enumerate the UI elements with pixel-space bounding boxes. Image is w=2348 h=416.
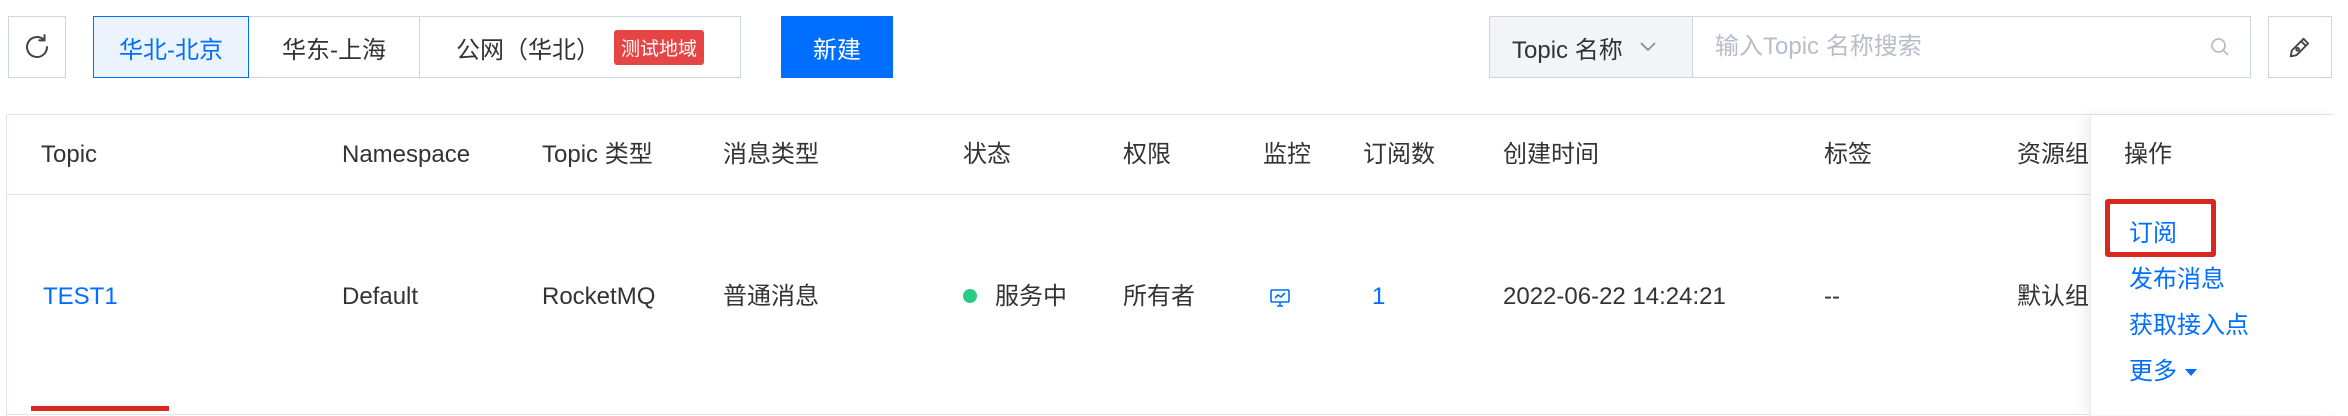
table-row: TEST1 Default RocketMQ 普通消息 服务中 所有者 1 20… [7, 195, 2333, 415]
column-header-created-time: 创建时间 [1503, 141, 1599, 168]
monitor-cell [1269, 187, 1291, 407]
annotation-underline [31, 406, 169, 411]
caret-down-icon [2185, 369, 2197, 377]
chevron-down-icon [1640, 42, 1656, 52]
status-cell: 服务中 [963, 187, 1067, 407]
search-icon [2211, 38, 2229, 56]
test-region-badge: 测试地域 [613, 29, 704, 65]
search-filter-select[interactable]: Topic 名称 [1490, 17, 1693, 77]
column-header-permission: 权限 [1123, 141, 1171, 168]
column-header-subscriptions: 订阅数 [1363, 141, 1435, 168]
region-tabs: 华北-北京 华东-上海 公网（华北） 测试地域 [93, 16, 741, 78]
region-tab-label: 华东-上海 [282, 36, 386, 64]
create-button[interactable]: 新建 [781, 16, 893, 78]
refresh-icon [26, 34, 48, 58]
tags-cell: -- [1824, 283, 1840, 310]
actions-column: 操作 订阅 发布消息 获取接入点 更多 [2090, 115, 2334, 415]
table-header: Topic Namespace Topic 类型 消息类型 状态 权限 监控 订… [7, 115, 2333, 195]
search-box: Topic 名称 [1489, 16, 2251, 78]
column-header-actions: 操作 [2124, 141, 2172, 168]
region-tab-label: 华北-北京 [119, 36, 223, 64]
column-header-message-type: 消息类型 [723, 141, 819, 168]
column-header-monitor: 监控 [1263, 141, 1311, 168]
resource-group-cell: 默认组 [2017, 283, 2089, 310]
search-filter-label: Topic 名称 [1512, 36, 1623, 64]
column-header-topic-type: Topic 类型 [542, 141, 653, 168]
topic-name-link[interactable]: TEST1 [43, 187, 118, 407]
status-dot-icon [963, 288, 977, 303]
more-actions-dropdown[interactable]: 更多 [2129, 351, 2197, 386]
edit-button[interactable] [2268, 16, 2332, 78]
topic-table: Topic Namespace Topic 类型 消息类型 状态 权限 监控 订… [6, 114, 2334, 416]
edit-icon [2289, 37, 2310, 58]
search-button[interactable] [2190, 17, 2250, 77]
refresh-button[interactable] [8, 16, 66, 78]
more-actions-label: 更多 [2129, 358, 2177, 385]
column-header-resource-group: 资源组 [2017, 141, 2089, 168]
column-header-namespace: Namespace [342, 141, 471, 168]
created-time-cell: 2022-06-22 14:24:21 [1503, 283, 1726, 310]
region-tab-label: 公网（华北） [455, 36, 600, 64]
search-input[interactable] [1693, 17, 2190, 77]
subscriptions-count-link[interactable]: 1 [1372, 187, 1385, 407]
message-type-cell: 普通消息 [723, 283, 819, 310]
publish-message-link[interactable]: 发布消息 [2129, 259, 2225, 294]
status-text: 服务中 [995, 283, 1067, 310]
monitor-icon[interactable] [1269, 288, 1291, 308]
column-header-topic: Topic [41, 141, 98, 168]
permission-cell: 所有者 [1123, 283, 1195, 310]
region-tab-beijing[interactable]: 华北-北京 [93, 16, 249, 78]
region-tab-shanghai[interactable]: 华东-上海 [248, 16, 420, 78]
column-header-status: 状态 [963, 141, 1011, 168]
namespace-cell: Default [342, 283, 419, 310]
column-header-tags: 标签 [1824, 141, 1872, 168]
subscribe-link[interactable]: 订阅 [2129, 213, 2177, 248]
region-tab-public-north[interactable]: 公网（华北） 测试地域 [419, 16, 741, 78]
get-access-point-link[interactable]: 获取接入点 [2129, 305, 2249, 340]
topic-type-cell: RocketMQ [542, 283, 656, 310]
